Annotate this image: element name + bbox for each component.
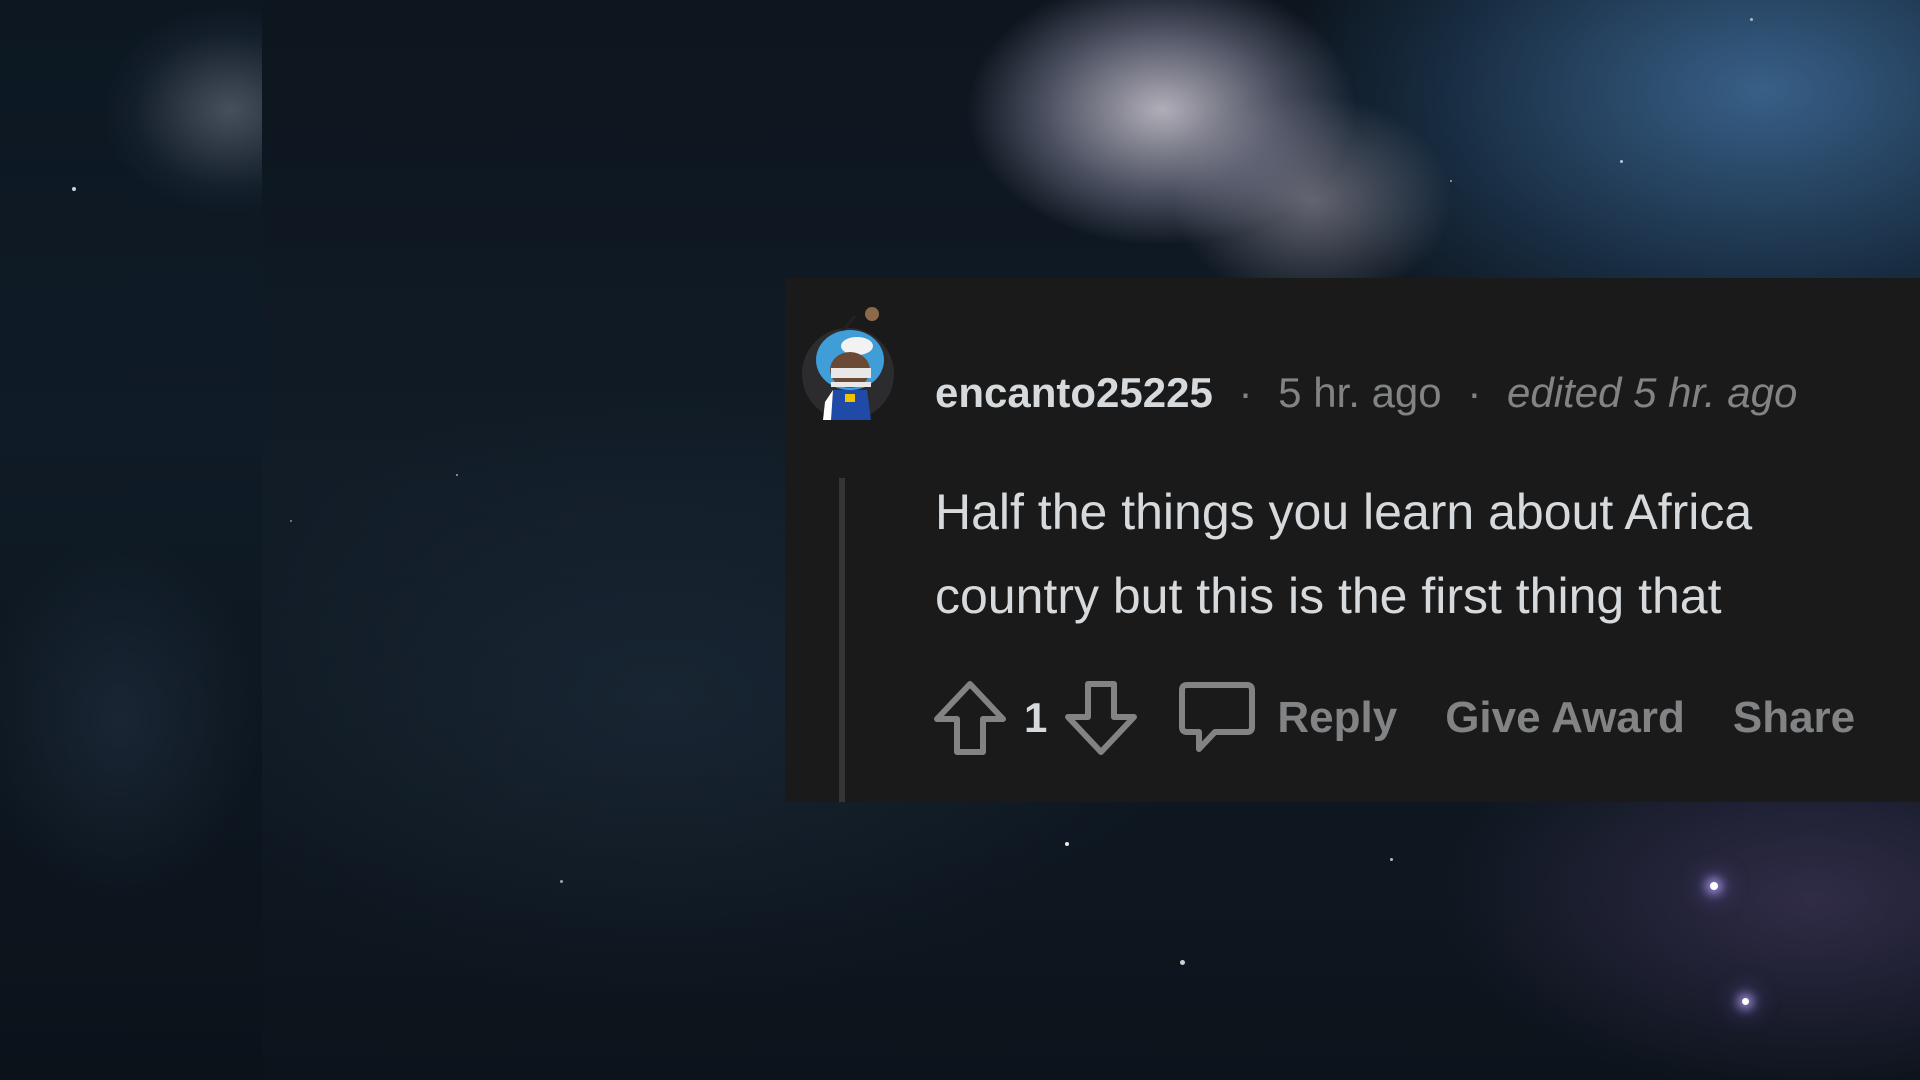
background-star [1065,842,1069,846]
comment-body-line: country but this is the first thing that [935,568,1722,624]
background-star [1620,160,1623,163]
username-link[interactable]: encanto25225 [935,369,1213,416]
background-star [1180,960,1185,965]
meta-separator: · [1467,369,1482,416]
arrow-down-icon [1065,681,1138,755]
vote-score: 1 [1024,694,1048,741]
avatar-icon [802,307,894,420]
give-award-label: Give Award [1445,693,1685,742]
downvote-button[interactable] [1061,678,1141,758]
background-star [560,880,563,883]
comment-card: encanto25225 · 5 hr. ago · edited 5 hr. … [785,278,1920,802]
background-left-panel [0,0,262,1080]
comment-action-bar: 1 Reply Give Award Share [930,673,1855,763]
background-star [1710,882,1718,890]
edited-timestamp: edited 5 hr. ago [1506,369,1798,416]
upvote-button[interactable] [930,678,1010,758]
arrow-up-icon [934,681,1006,755]
comment-timestamp[interactable]: 5 hr. ago [1278,369,1441,416]
comment-meta: encanto25225 · 5 hr. ago · edited 5 hr. … [935,366,1797,420]
background-star [72,187,76,191]
thread-collapse-line[interactable] [839,478,845,802]
background-star [1450,180,1452,182]
user-avatar[interactable] [795,302,905,422]
background-star [1390,858,1393,861]
comment-body: Half the things you learn about Africa c… [935,470,1752,638]
background-star [1750,18,1753,21]
background-star [456,474,458,476]
meta-separator: · [1238,369,1253,416]
background-star [290,520,292,522]
reply-button[interactable]: Reply [1177,678,1397,758]
background-star [1742,998,1749,1005]
share-button[interactable]: Share [1733,693,1855,743]
comment-body-line: Half the things you learn about Africa [935,484,1753,540]
speech-bubble-icon [1177,678,1257,758]
reply-label: Reply [1277,693,1398,742]
share-label: Share [1732,693,1856,742]
give-award-button[interactable]: Give Award [1445,693,1685,743]
screen: encanto25225 · 5 hr. ago · edited 5 hr. … [0,0,1920,1080]
